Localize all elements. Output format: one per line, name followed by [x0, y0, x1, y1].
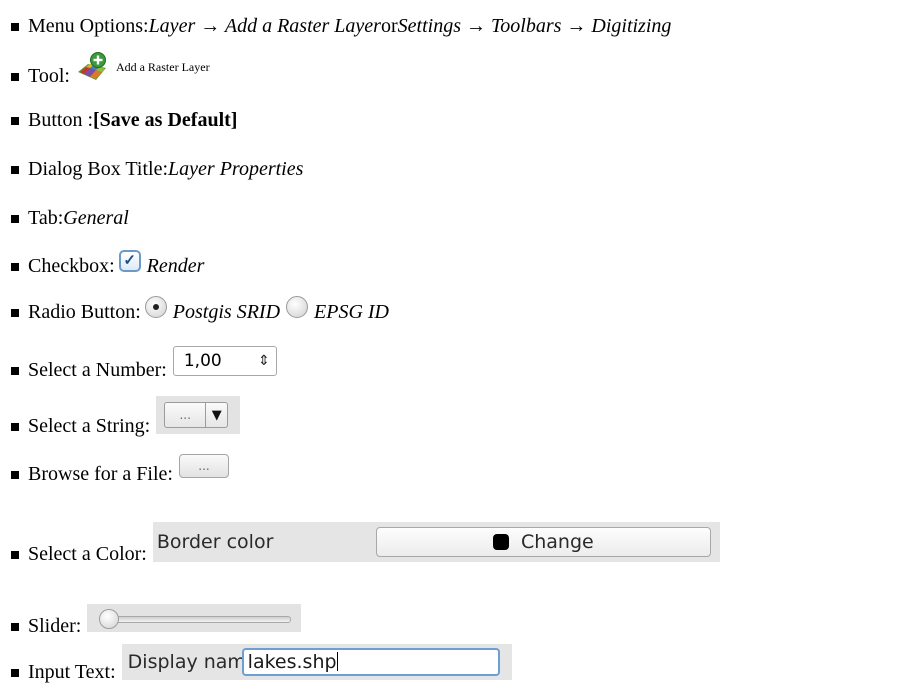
bullet — [11, 367, 19, 375]
text-caret — [336, 652, 338, 671]
list-item: Tool: Add a Raster Layer — [0, 52, 210, 88]
radio-epsg-id[interactable] — [286, 296, 309, 318]
list-item: Input Text: Display name lakes.shp — [0, 644, 512, 684]
radio-postgis-srid[interactable] — [144, 296, 167, 318]
input-panel: Display name lakes.shp — [121, 644, 512, 680]
browse-label: Browse for a File: — [28, 463, 173, 485]
bullet — [11, 166, 19, 174]
input-text-label: Input Text: — [28, 661, 116, 683]
add-raster-layer-icon[interactable] — [76, 52, 110, 84]
menu-options-label: Menu Options: — [28, 15, 149, 37]
color-panel: Border color Change — [152, 522, 720, 562]
radio-option-1: Postgis SRID — [172, 301, 281, 323]
menu-path-1: Layer → Add a Raster Layer — [148, 15, 381, 37]
button-label: Button : — [28, 109, 94, 131]
radio-option-2: EPSG ID — [314, 301, 389, 323]
list-item: Browse for a File: ... — [0, 454, 229, 486]
tab-value: General — [63, 207, 129, 229]
checkbox-label: Checkbox: — [28, 255, 115, 277]
change-color-button[interactable]: Change — [375, 527, 711, 557]
menu-path-2: Settings → Toolbars → Digitizing — [397, 15, 672, 37]
slider-handle[interactable] — [99, 609, 120, 629]
list-item: Radio Button: Postgis SRID EPSG ID — [0, 296, 389, 324]
spinbox-value: 1,00 — [183, 351, 222, 371]
list-item: Button : [Save as Default] — [0, 108, 237, 132]
radio-label: Radio Button: — [28, 301, 141, 323]
dialog-title-label: Dialog Box Title: — [28, 158, 169, 180]
dialog-title-value: Layer Properties — [168, 158, 304, 180]
menu-or-text: or — [380, 15, 398, 37]
list-item: Dialog Box Title: Layer Properties — [0, 157, 303, 181]
save-as-default-text: [Save as Default] — [93, 109, 238, 131]
number-spinbox[interactable]: 1,00 ⇕ — [172, 346, 277, 376]
bullet — [11, 73, 19, 81]
bullet — [11, 623, 19, 631]
string-label: Select a String: — [28, 415, 151, 437]
radio-selected-dot — [152, 304, 159, 310]
list-item: Select a Number: 1,00 ⇕ — [0, 346, 277, 382]
slider-track[interactable] — [101, 616, 292, 623]
bullet — [11, 23, 19, 31]
slider-label: Slider: — [28, 615, 82, 637]
list-item: Slider: — [0, 604, 302, 638]
checkmark-icon: ✓ — [123, 252, 136, 269]
tool-label: Tool: — [28, 65, 70, 87]
checkbox-value: Render — [146, 255, 205, 277]
bullet — [11, 669, 19, 677]
render-checkbox[interactable]: ✓ — [118, 250, 141, 272]
list-item: Select a String: ... ▼ — [0, 396, 241, 438]
color-swatch — [492, 534, 509, 550]
border-color-label: Border color — [156, 531, 274, 553]
browse-button[interactable]: ... — [178, 454, 229, 478]
bullet — [11, 263, 19, 271]
bullet — [11, 215, 19, 223]
color-label: Select a Color: — [28, 543, 147, 565]
bullet — [11, 471, 19, 479]
display-name-input[interactable]: lakes.shp — [241, 648, 500, 676]
number-label: Select a Number: — [28, 359, 167, 381]
bullet — [11, 309, 19, 317]
bullet — [11, 117, 19, 125]
tab-label: Tab: — [28, 207, 64, 229]
slider[interactable] — [87, 604, 302, 632]
display-name-label: Display name — [127, 651, 258, 673]
list-item: Select a Color: Border color Change — [0, 522, 720, 566]
list-item: Tab: General — [0, 206, 129, 230]
string-select[interactable]: ... ▼ — [156, 396, 241, 434]
bullet — [11, 551, 19, 559]
tool-caption: Add a Raster Layer — [115, 60, 210, 74]
dropdown-arrow-icon[interactable]: ▼ — [206, 408, 227, 423]
list-item: Menu Options: Layer → Add a Raster Layer… — [0, 14, 671, 38]
spinbox-arrows-icon[interactable]: ⇕ — [258, 354, 270, 368]
bullet — [11, 423, 19, 431]
change-button-label: Change — [520, 531, 594, 553]
string-select-value: ... — [165, 403, 207, 427]
display-name-value: lakes.shp — [247, 651, 337, 673]
list-item: Checkbox: ✓ Render — [0, 250, 204, 278]
